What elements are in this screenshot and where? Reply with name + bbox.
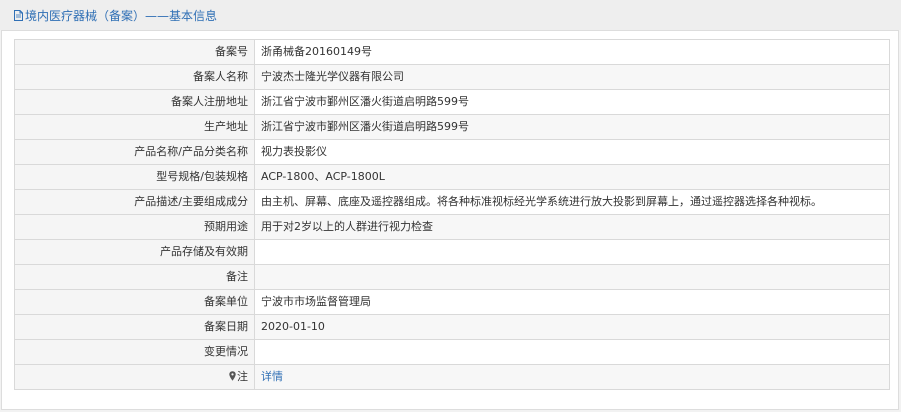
row-value: 2020-01-10 xyxy=(254,314,890,340)
row-value xyxy=(254,339,890,365)
row-value: 浙甬械备20160149号 xyxy=(254,39,890,65)
table-row-record-number: 备案号 浙甬械备20160149号 xyxy=(14,39,890,65)
row-label: 备案人名称 xyxy=(14,64,255,90)
row-value: 浙江省宁波市鄞州区潘火街道启明路599号 xyxy=(254,89,890,115)
page-title: 境内医疗器械（备案）——基本信息 xyxy=(14,8,217,24)
row-value: ACP-1800、ACP-1800L xyxy=(254,164,890,190)
row-label: 备案日期 xyxy=(14,314,255,340)
row-label: 产品存储及有效期 xyxy=(14,239,255,265)
detail-link[interactable]: 详情 xyxy=(261,370,283,383)
info-table: 备案号 浙甬械备20160149号 备案人名称 宁波杰士隆光学仪器有限公司 备案… xyxy=(14,39,890,390)
row-value: 用于对2岁以上的人群进行视力检查 xyxy=(254,214,890,240)
table-row-storage-validity: 产品存储及有效期 xyxy=(14,239,890,265)
row-label-note: 注 xyxy=(14,364,255,390)
table-row-filer-name: 备案人名称 宁波杰士隆光学仪器有限公司 xyxy=(14,64,890,90)
table-row-intended-use: 预期用途 用于对2岁以上的人群进行视力检查 xyxy=(14,214,890,240)
row-label: 产品描述/主要组成成分 xyxy=(14,189,255,215)
info-panel: 备案号 浙甬械备20160149号 备案人名称 宁波杰士隆光学仪器有限公司 备案… xyxy=(1,30,899,410)
row-label: 型号规格/包装规格 xyxy=(14,164,255,190)
table-row-filing-unit: 备案单位 宁波市市场监督管理局 xyxy=(14,289,890,315)
row-label: 备案号 xyxy=(14,39,255,65)
row-label: 产品名称/产品分类名称 xyxy=(14,139,255,165)
row-label: 备案人注册地址 xyxy=(14,89,255,115)
table-row-remarks: 备注 xyxy=(14,264,890,290)
table-row-production-address: 生产地址 浙江省宁波市鄞州区潘火街道启明路599号 xyxy=(14,114,890,140)
table-row-model-spec: 型号规格/包装规格 ACP-1800、ACP-1800L xyxy=(14,164,890,190)
row-label: 预期用途 xyxy=(14,214,255,240)
table-row-filing-date: 备案日期 2020-01-10 xyxy=(14,314,890,340)
note-label: 注 xyxy=(237,370,248,383)
row-value: 由主机、屏幕、底座及遥控器组成。将各种标准视标经光学系统进行放大投影到屏幕上，通… xyxy=(254,189,890,215)
table-row-change-status: 变更情况 xyxy=(14,339,890,365)
row-value xyxy=(254,264,890,290)
row-label: 备注 xyxy=(14,264,255,290)
table-row-product-description: 产品描述/主要组成成分 由主机、屏幕、底座及遥控器组成。将各种标准视标经光学系统… xyxy=(14,189,890,215)
page-header: 境内医疗器械（备案）——基本信息 xyxy=(0,0,901,30)
table-row-product-name: 产品名称/产品分类名称 视力表投影仪 xyxy=(14,139,890,165)
location-pin-icon xyxy=(229,371,236,381)
row-value: 宁波杰士隆光学仪器有限公司 xyxy=(254,64,890,90)
row-value: 宁波市市场监督管理局 xyxy=(254,289,890,315)
row-label: 备案单位 xyxy=(14,289,255,315)
page-title-text: 境内医疗器械（备案）——基本信息 xyxy=(25,9,218,23)
row-value: 浙江省宁波市鄞州区潘火街道启明路599号 xyxy=(254,114,890,140)
row-value: 视力表投影仪 xyxy=(254,139,890,165)
row-label: 变更情况 xyxy=(14,339,255,365)
document-icon xyxy=(14,10,23,21)
table-row-note: 注 详情 xyxy=(14,364,890,390)
row-label: 生产地址 xyxy=(14,114,255,140)
row-value-note: 详情 xyxy=(254,364,890,390)
table-row-registered-address: 备案人注册地址 浙江省宁波市鄞州区潘火街道启明路599号 xyxy=(14,89,890,115)
row-value xyxy=(254,239,890,265)
